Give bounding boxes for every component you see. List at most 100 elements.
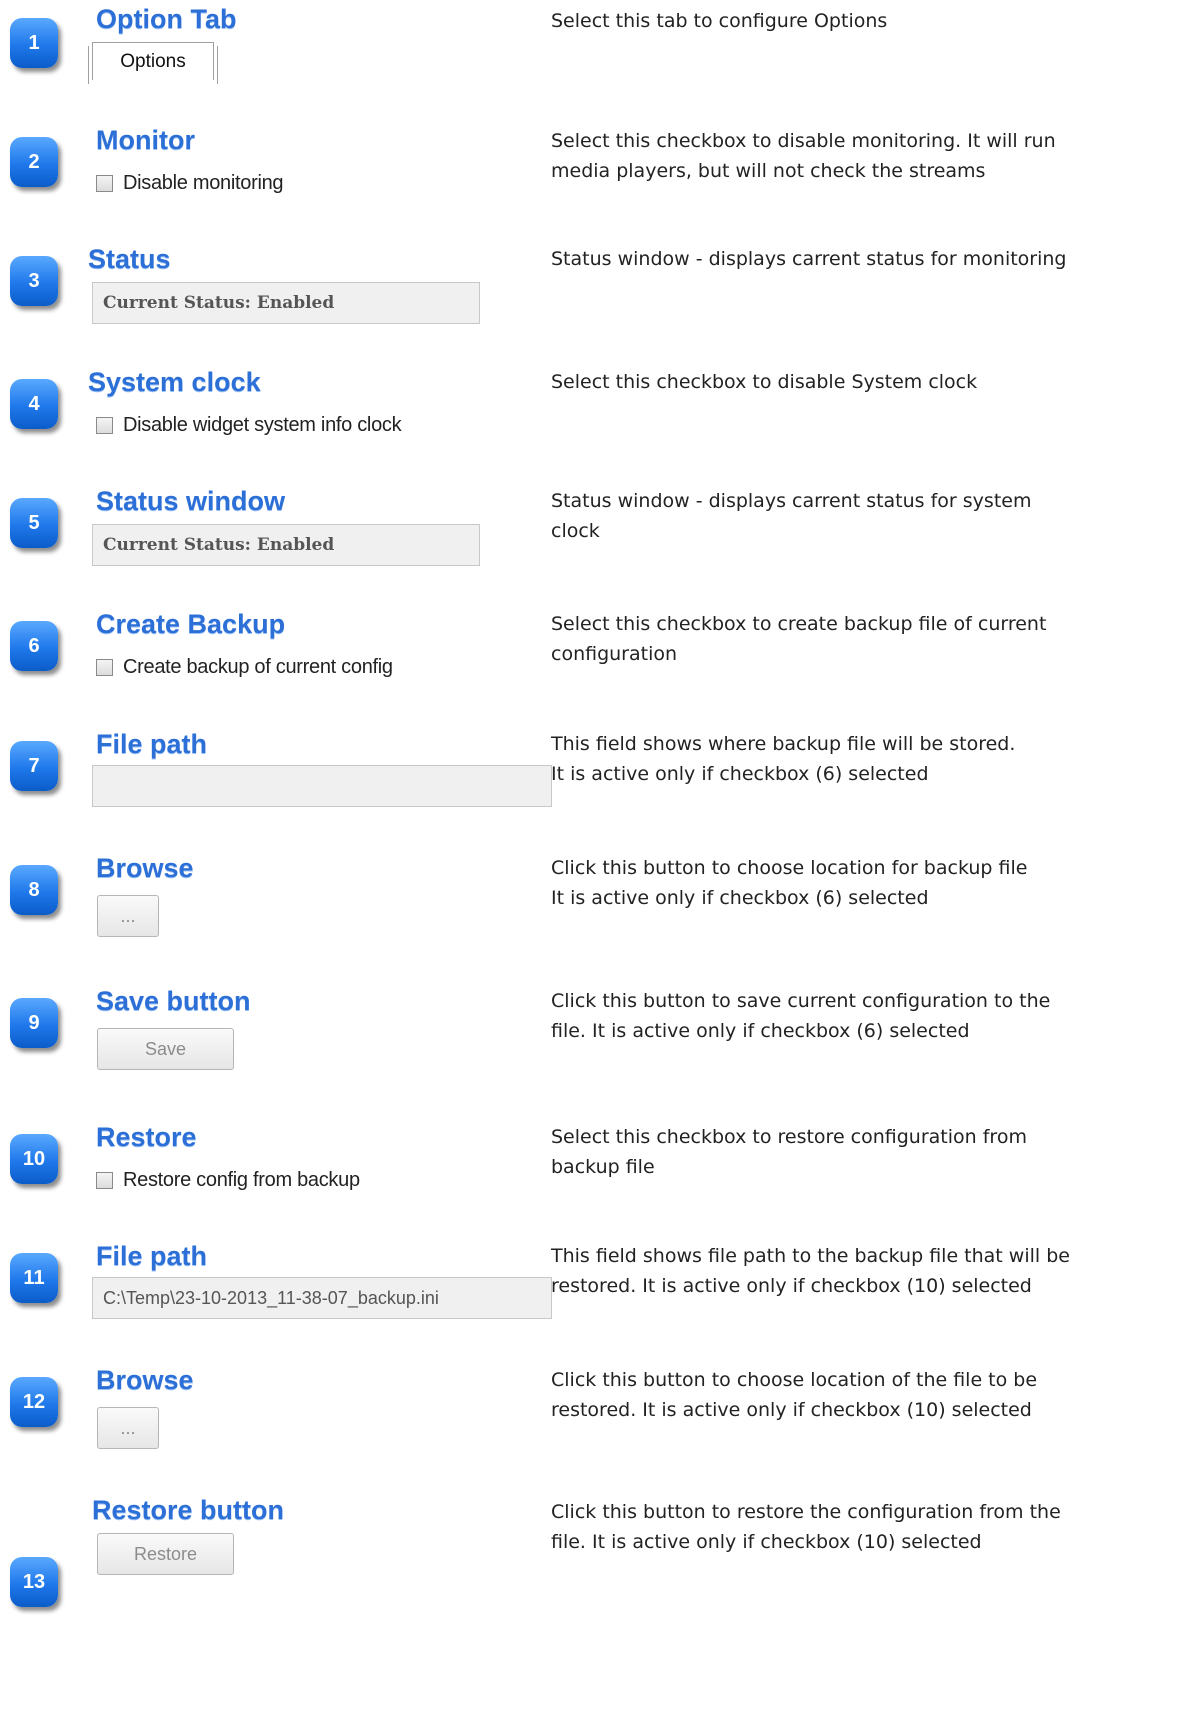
section-description: Select this tab to configure Options bbox=[551, 6, 1191, 36]
section-browse-backup: 8 Browse ... Click this button to choose… bbox=[0, 851, 1199, 971]
section-title: File path bbox=[96, 729, 208, 759]
path-text: C:\Temp\23-10-2013_11-38-07_backup.ini bbox=[103, 1287, 439, 1308]
restore-checkbox[interactable]: Restore config from backup bbox=[96, 1169, 360, 1192]
section-description: Click this button to choose location for… bbox=[551, 853, 1191, 913]
section-title: Status window bbox=[96, 486, 285, 516]
section-title: Save button bbox=[96, 986, 251, 1016]
description-line: Select this checkbox to disable monitori… bbox=[551, 130, 1056, 152]
section-title: Status bbox=[88, 244, 171, 274]
checkbox-box[interactable] bbox=[96, 659, 113, 676]
step-badge: 4 bbox=[10, 379, 58, 429]
description-line: It is active only if checkbox (6) select… bbox=[551, 887, 929, 909]
section-description: Select this checkbox to disable monitori… bbox=[551, 126, 1191, 186]
description-line: Click this button to choose location of … bbox=[551, 1369, 1038, 1391]
section-restore-button: 13 Restore button Restore Click this but… bbox=[0, 1495, 1199, 1615]
description-line: clock bbox=[551, 520, 600, 542]
checkbox-label: Disable widget system info clock bbox=[123, 414, 402, 436]
description-line: restored. It is active only if checkbox … bbox=[551, 1399, 1032, 1421]
section-status-window: 5 Status window Current Status: Enabled … bbox=[0, 484, 1199, 604]
save-button[interactable]: Save bbox=[97, 1028, 234, 1070]
section-description: Click this button to choose location of … bbox=[551, 1365, 1191, 1425]
restore-button[interactable]: Restore bbox=[97, 1533, 234, 1575]
checkbox-box[interactable] bbox=[96, 1172, 113, 1189]
step-badge: 1 bbox=[10, 18, 58, 68]
step-badge: 9 bbox=[10, 998, 58, 1048]
section-description: Select this checkbox to disable System c… bbox=[551, 367, 1191, 397]
checkbox-box[interactable] bbox=[96, 417, 113, 434]
tab-options[interactable]: Options bbox=[92, 42, 214, 80]
section-monitor: 2 Monitor Disable monitoring Select this… bbox=[0, 123, 1199, 243]
status-field: Current Status: Enabled bbox=[92, 282, 480, 324]
checkbox-label: Disable monitoring bbox=[123, 172, 284, 194]
step-badge: 12 bbox=[10, 1377, 58, 1427]
step-badge: 13 bbox=[10, 1557, 58, 1607]
step-badge: 6 bbox=[10, 621, 58, 671]
checkbox-box[interactable] bbox=[96, 175, 113, 192]
section-title: System clock bbox=[88, 367, 261, 397]
step-badge: 11 bbox=[10, 1253, 58, 1303]
description-line: Click this button to choose location for… bbox=[551, 857, 1028, 879]
section-browse-restore: 12 Browse ... Click this button to choos… bbox=[0, 1363, 1199, 1483]
step-badge: 7 bbox=[10, 741, 58, 791]
browse-button[interactable]: ... bbox=[97, 1407, 159, 1449]
status-text: Current Status: Enabled bbox=[103, 293, 335, 313]
section-title: Browse bbox=[96, 853, 194, 883]
description-line: It is active only if checkbox (6) select… bbox=[551, 763, 929, 785]
section-restore-file-path: 11 File path C:\Temp\23-10-2013_11-38-07… bbox=[0, 1239, 1199, 1359]
section-title: Option Tab bbox=[96, 4, 237, 34]
description-line: This field shows where backup file will … bbox=[551, 733, 1016, 755]
tab-strip: Options bbox=[88, 42, 218, 84]
section-title: Restore button bbox=[92, 1495, 284, 1525]
step-badge: 8 bbox=[10, 865, 58, 915]
section-status: 3 Status Current Status: Enabled Status … bbox=[0, 242, 1199, 362]
restore-path-field[interactable]: C:\Temp\23-10-2013_11-38-07_backup.ini bbox=[92, 1277, 552, 1319]
description-line: restored. It is active only if checkbox … bbox=[551, 1275, 1032, 1297]
section-description: Status window - displays carrent status … bbox=[551, 486, 1191, 546]
description-line: file. It is active only if checkbox (10)… bbox=[551, 1531, 982, 1553]
section-description: Status window - displays carrent status … bbox=[551, 244, 1191, 274]
tab-edge bbox=[213, 46, 218, 84]
section-title: File path bbox=[96, 1241, 208, 1271]
step-badge: 3 bbox=[10, 256, 58, 306]
section-title: Create Backup bbox=[96, 609, 286, 639]
description-line: Status window - displays carrent status … bbox=[551, 248, 1067, 270]
status-text: Current Status: Enabled bbox=[103, 535, 335, 555]
browse-button[interactable]: ... bbox=[97, 895, 159, 937]
step-badge: 5 bbox=[10, 498, 58, 548]
section-file-path: 7 File path This field shows where backu… bbox=[0, 727, 1199, 847]
description-line: file. It is active only if checkbox (6) … bbox=[551, 1020, 970, 1042]
section-description: Select this checkbox to create backup fi… bbox=[551, 609, 1191, 669]
description-line: backup file bbox=[551, 1156, 655, 1178]
description-line: Select this checkbox to disable System c… bbox=[551, 371, 978, 393]
section-restore: 10 Restore Restore config from backup Se… bbox=[0, 1120, 1199, 1240]
description-line: Click this button to save current config… bbox=[551, 990, 1051, 1012]
description-line: Select this checkbox to create backup fi… bbox=[551, 613, 1047, 635]
section-title: Restore bbox=[96, 1122, 197, 1152]
description-line: Select this tab to configure Options bbox=[551, 10, 888, 32]
section-create-backup: 6 Create Backup Create backup of current… bbox=[0, 607, 1199, 727]
disable-monitoring-checkbox[interactable]: Disable monitoring bbox=[96, 172, 284, 195]
description-line: media players, but will not check the st… bbox=[551, 160, 986, 182]
section-description: This field shows file path to the backup… bbox=[551, 1241, 1191, 1301]
section-description: Click this button to save current config… bbox=[551, 986, 1191, 1046]
step-badge: 10 bbox=[10, 1134, 58, 1184]
description-line: configuration bbox=[551, 643, 678, 665]
checkbox-label: Restore config from backup bbox=[123, 1169, 360, 1191]
disable-clock-checkbox[interactable]: Disable widget system info clock bbox=[96, 414, 402, 437]
section-save-button: 9 Save button Save Click this button to … bbox=[0, 984, 1199, 1104]
section-description: Select this checkbox to restore configur… bbox=[551, 1122, 1191, 1182]
section-description: This field shows where backup file will … bbox=[551, 729, 1191, 789]
section-option-tab: 1 Option Tab Options Select this tab to … bbox=[0, 0, 1199, 120]
section-title: Browse bbox=[96, 1365, 194, 1395]
description-line: This field shows file path to the backup… bbox=[551, 1245, 1070, 1267]
section-description: Click this button to restore the configu… bbox=[551, 1497, 1191, 1557]
section-title: Monitor bbox=[96, 125, 195, 155]
section-system-clock: 4 System clock Disable widget system inf… bbox=[0, 365, 1199, 485]
description-line: Status window - displays carrent status … bbox=[551, 490, 1032, 512]
step-badge: 2 bbox=[10, 137, 58, 187]
status-field: Current Status: Enabled bbox=[92, 524, 480, 566]
create-backup-checkbox[interactable]: Create backup of current config bbox=[96, 656, 393, 679]
description-line: Click this button to restore the configu… bbox=[551, 1501, 1061, 1523]
backup-path-field[interactable] bbox=[92, 765, 552, 807]
description-line: Select this checkbox to restore configur… bbox=[551, 1126, 1027, 1148]
